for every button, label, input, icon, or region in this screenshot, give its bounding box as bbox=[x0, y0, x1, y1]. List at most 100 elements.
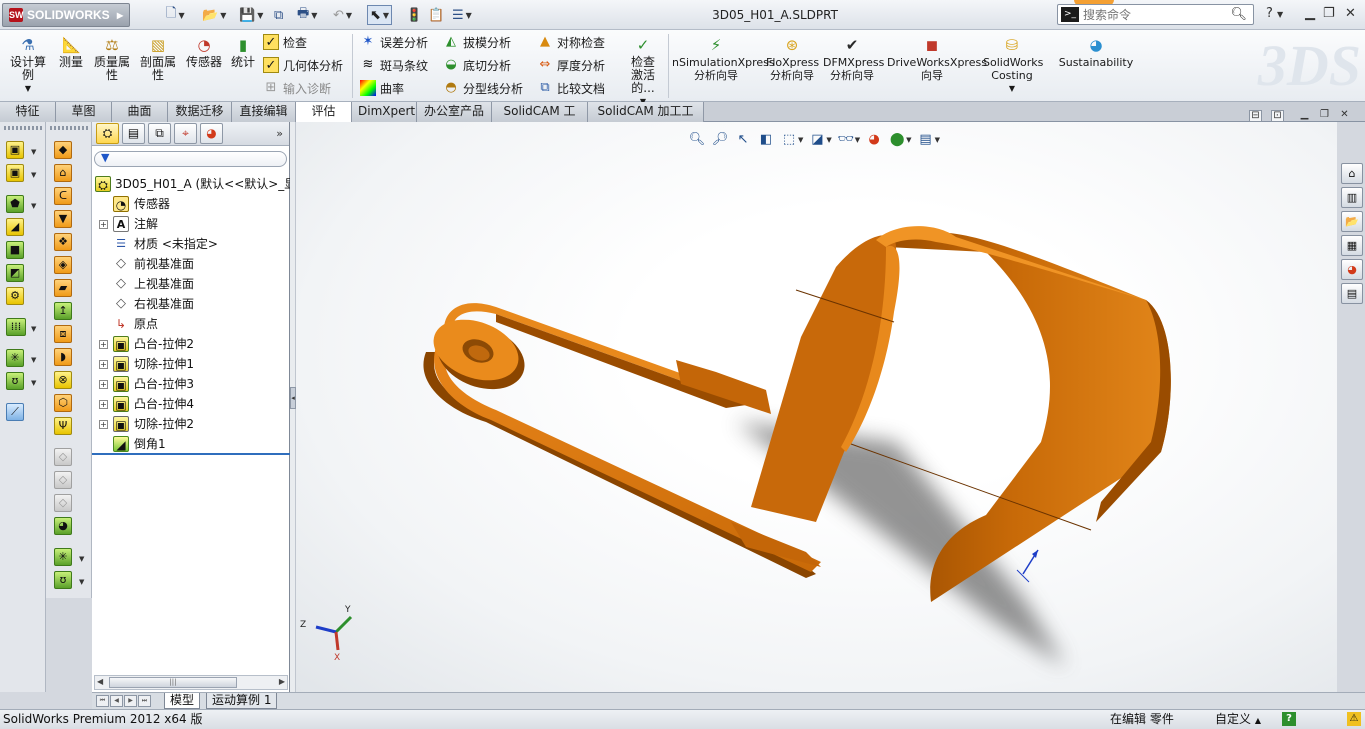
expand-toggle-icon[interactable]: + bbox=[99, 340, 108, 349]
tab-direct-editing[interactable]: 直接编辑 bbox=[232, 102, 296, 122]
tree-item-cut-extrude2[interactable]: + ▣ 切除-拉伸2 bbox=[92, 414, 290, 434]
tool-combine-icon[interactable]: ⧈ bbox=[54, 325, 72, 343]
viewport-split-icon[interactable]: ⊟ bbox=[1249, 110, 1262, 122]
new-document-button[interactable]: 🗋 ▼ bbox=[166, 5, 185, 25]
undercut-analysis-button[interactable]: ◒ 底切分析 bbox=[443, 55, 511, 75]
parting-line-analysis-button[interactable]: ◓ 分型线分析 bbox=[443, 78, 523, 98]
status-units-button[interactable]: 自定义 ▲ bbox=[1215, 710, 1261, 729]
viewport-link-icon[interactable]: ⊡ bbox=[1271, 110, 1284, 122]
tree-item-cut-extrude1[interactable]: + ▣ 切除-拉伸1 bbox=[92, 354, 290, 374]
simulationxpress-button[interactable]: ⚡ nSimulationXpress 分析向导 bbox=[672, 36, 775, 82]
solidworks-resources-icon[interactable]: ⌂ bbox=[1341, 163, 1363, 184]
expand-panel-icon[interactable]: » bbox=[276, 127, 283, 140]
viewport-restore-icon[interactable]: ❐ bbox=[1318, 110, 1331, 122]
tab-office-products[interactable]: 办公室产品 bbox=[417, 102, 492, 122]
symmetry-check-button[interactable]: ▲ 对称检查 bbox=[537, 32, 605, 52]
measure-button[interactable]: 📐 测量 bbox=[55, 36, 87, 69]
tree-item-boss-extrude4[interactable]: + ▣ 凸台-拉伸4 bbox=[92, 394, 290, 414]
tab-surfaces[interactable]: 曲面 bbox=[112, 102, 168, 122]
next-tab-icon[interactable]: ▶ bbox=[124, 695, 137, 707]
scroll-right-icon[interactable]: ▶ bbox=[279, 677, 285, 686]
feature-tool-7-icon[interactable]: ⚙ bbox=[6, 287, 24, 305]
tab-data-migration[interactable]: 数据迁移 bbox=[168, 102, 232, 122]
last-tab-icon[interactable]: ⏭ bbox=[138, 695, 151, 707]
expand-toggle-icon[interactable]: + bbox=[99, 400, 108, 409]
search-icon[interactable]: 🔍︎ bbox=[1230, 7, 1247, 22]
feature-tool-1-icon[interactable]: ▣ bbox=[6, 141, 24, 159]
property-manager-tab-icon[interactable]: ▤ bbox=[122, 123, 145, 144]
check-button[interactable]: ✓ 检查 bbox=[263, 32, 307, 52]
tab-sketch[interactable]: 草图 bbox=[56, 102, 112, 122]
curves-icon[interactable]: ʊ bbox=[6, 372, 24, 390]
select-button[interactable]: ⬉ ▼ bbox=[367, 5, 393, 25]
feature-tool-5-icon[interactable]: ■ bbox=[6, 241, 24, 259]
tree-horizontal-scrollbar[interactable]: ◀ ||| ▶ bbox=[94, 675, 288, 690]
viewport-minimize-icon[interactable]: ▁ bbox=[1298, 110, 1311, 122]
save-button[interactable]: 💾 ▼ bbox=[239, 5, 263, 25]
tree-item-origin[interactable]: ↳ 原点 bbox=[92, 314, 290, 334]
tree-item-material[interactable]: ☰ 材质 <未指定> bbox=[92, 234, 290, 254]
tree-item-annotations[interactable]: + A 注解 bbox=[92, 214, 290, 234]
tool-disabled-3-icon[interactable]: ◇ bbox=[54, 494, 72, 512]
dfmxpress-button[interactable]: ✔ DFMXpress 分析向导 bbox=[823, 36, 884, 82]
tab-solidcam-stock[interactable]: SolidCAM 工件 bbox=[492, 102, 588, 137]
tool-fillet-icon[interactable]: ◆ bbox=[54, 141, 72, 159]
feature-tree-tab-icon[interactable]: ⛭ bbox=[96, 123, 119, 144]
rollback-bar[interactable] bbox=[92, 453, 290, 455]
tree-filter[interactable]: ▼ bbox=[94, 151, 287, 167]
sustainability-button[interactable]: ◕ Sustainability bbox=[1058, 36, 1134, 69]
tab-solidcam-machining[interactable]: SolidCAM 加工工程 bbox=[588, 102, 704, 137]
tool-shell-icon[interactable]: ⌂ bbox=[54, 164, 72, 182]
rebuild-button[interactable]: ⧉ bbox=[274, 5, 283, 25]
dimxpert-manager-tab-icon[interactable]: ⌖ bbox=[174, 123, 197, 144]
floxpress-button[interactable]: ⊛ FloXpress 分析向导 bbox=[766, 36, 819, 82]
solidworks-menu-button[interactable]: SW SOLIDWORKS ▸ bbox=[2, 3, 130, 27]
pattern-tool-icon[interactable]: ⁞⁞⁞ bbox=[6, 318, 26, 336]
rebuild-status-icon[interactable]: ⚠ bbox=[1347, 712, 1361, 726]
costing-button[interactable]: ⛁ SolidWorks Costing ▼ bbox=[983, 36, 1043, 95]
open-button[interactable]: 📂 ▼ bbox=[202, 5, 226, 25]
check-active-button[interactable]: ✓ 检查激活的... ▼ bbox=[621, 36, 665, 108]
import-diagnostics-button[interactable]: ⊞ 输入诊断 bbox=[263, 78, 331, 98]
tool-surface-icon[interactable]: ◕ bbox=[54, 517, 72, 535]
zebra-stripes-button[interactable]: ≋ 斑马条纹 bbox=[360, 55, 428, 75]
undo-button[interactable]: ↶ ▼ bbox=[333, 5, 352, 25]
graphics-area[interactable]: 🔍︎ 🔎︎ ↖ ◧ ⬚ ▼ ◪ ▼ 👓︎ ▼ ◕ ⬤ ▼ ▤ ▼ ⊟ ⊡ ▁ ❐ ✕ bbox=[296, 110, 1349, 692]
tool-split-icon[interactable]: ◗ bbox=[54, 348, 72, 366]
restore-button[interactable]: ❐ bbox=[1323, 6, 1335, 21]
tab-model[interactable]: 模型 bbox=[164, 693, 201, 709]
mass-properties-button[interactable]: ⚖ 质量属性 bbox=[92, 36, 132, 82]
tool-delete-body-icon[interactable]: ⊗ bbox=[54, 371, 72, 389]
tool-move-body-icon[interactable]: ⬡ bbox=[54, 394, 72, 412]
tab-motion-study[interactable]: 运动算例 1 bbox=[206, 693, 278, 709]
tree-item-boss-extrude3[interactable]: + ▣ 凸台-拉伸3 bbox=[92, 374, 290, 394]
custom-properties-icon[interactable]: ▤ bbox=[1341, 283, 1363, 304]
tree-item-boss-extrude2[interactable]: + ▣ 凸台-拉伸2 bbox=[92, 334, 290, 354]
geometry-analysis-button[interactable]: ✓ 几何体分析 bbox=[263, 55, 343, 75]
first-tab-icon[interactable]: ⏮ bbox=[96, 695, 109, 707]
help-button[interactable]: ? ▼ bbox=[1266, 6, 1283, 21]
tab-dimxpert[interactable]: DimXpert bbox=[352, 102, 417, 122]
tree-item-sensors[interactable]: ◔ 传感器 bbox=[92, 194, 290, 214]
viewport-close-icon[interactable]: ✕ bbox=[1338, 110, 1351, 122]
design-library-icon[interactable]: ▥ bbox=[1341, 187, 1363, 208]
close-button[interactable]: ✕ bbox=[1345, 6, 1356, 21]
tool-disabled-2-icon[interactable]: ◇ bbox=[54, 471, 72, 489]
expand-toggle-icon[interactable]: + bbox=[99, 220, 108, 229]
tool-curves-icon[interactable]: ʊ bbox=[54, 571, 72, 589]
tab-evaluate[interactable]: 评估 bbox=[296, 102, 352, 123]
tool-flex-icon[interactable]: ↥ bbox=[54, 302, 72, 320]
sensor-button[interactable]: ◔ 传感器 bbox=[184, 36, 224, 69]
expand-toggle-icon[interactable]: + bbox=[99, 360, 108, 369]
minimize-button[interactable]: ▁ bbox=[1305, 6, 1315, 21]
feature-tool-4-icon[interactable]: ◢ bbox=[6, 218, 24, 236]
tool-ref-geometry-icon[interactable]: ✳ bbox=[54, 548, 72, 566]
print-button[interactable]: 🖶 ▼ bbox=[297, 5, 317, 25]
display-manager-tab-icon[interactable]: ◕ bbox=[200, 123, 223, 144]
feature-tool-3-icon[interactable]: ⬟ bbox=[6, 195, 24, 213]
tool-dome-icon[interactable]: ▼ bbox=[54, 210, 72, 228]
compare-documents-button[interactable]: ⧉ 比较文档 bbox=[537, 78, 605, 98]
rebuild-traffic-button[interactable]: 🚦 bbox=[406, 5, 422, 25]
tool-disabled-1-icon[interactable]: ◇ bbox=[54, 448, 72, 466]
expand-toggle-icon[interactable]: + bbox=[99, 380, 108, 389]
